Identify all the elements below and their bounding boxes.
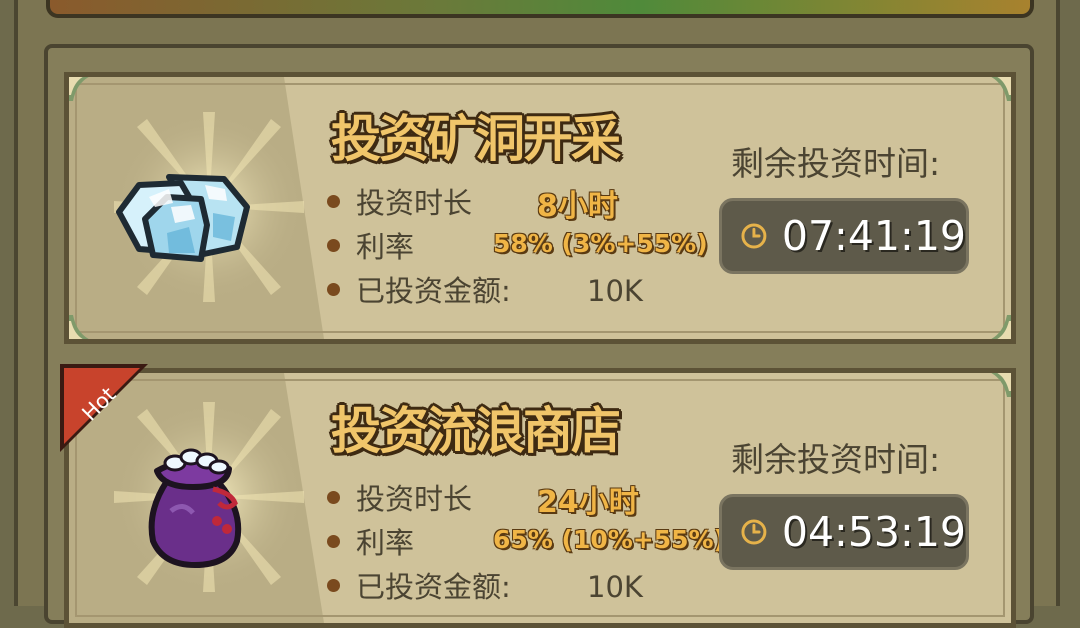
duration-value: 8小时 <box>537 189 618 224</box>
investment-card-mine[interactable]: 投资矿洞开采 投资时长 8小时 利率 58% (3%+55%) 已投资金额: 1… <box>64 72 1016 344</box>
timer-box: 04:53:19 <box>719 494 969 570</box>
rate-row: 利率 <box>327 225 414 265</box>
countdown-timer: 04:53:19 <box>781 508 966 556</box>
duration-label: 投资时长 <box>356 186 473 220</box>
clock-icon <box>741 223 767 249</box>
clock-icon <box>741 519 767 545</box>
amount-value: 10K <box>587 570 643 604</box>
money-bag-icon <box>148 448 242 568</box>
remaining-time-label: 剩余投资时间: <box>731 144 941 183</box>
card-title: 投资流浪商店 <box>331 402 621 460</box>
bullet-dot <box>327 490 340 504</box>
amount-value: 10K <box>587 274 643 308</box>
amount-row: 已投资金额: <box>327 269 511 309</box>
investment-card-shop[interactable]: 投资流浪商店 投资时长 24小时 利率 65% (10%+55%) 已投资金额:… <box>64 368 1016 628</box>
corner-ornament <box>69 315 93 339</box>
amount-label: 已投资金额: <box>356 274 511 308</box>
bullet-dot <box>327 194 340 208</box>
rate-label: 利率 <box>356 230 415 264</box>
remaining-time-label: 剩余投资时间: <box>731 440 941 479</box>
rate-label: 利率 <box>356 526 415 560</box>
top-banner-image <box>46 0 1034 18</box>
duration-row: 投资时长 <box>327 181 472 221</box>
bullet-dot <box>327 534 340 548</box>
rate-row: 利率 <box>327 521 414 561</box>
corner-ornament <box>987 77 1011 101</box>
card-title: 投资矿洞开采 <box>331 110 621 168</box>
duration-value: 24小时 <box>537 485 639 520</box>
bullet-dot <box>327 578 340 592</box>
bullet-dot <box>327 238 340 252</box>
corner-ornament <box>987 373 1011 397</box>
amount-row: 已投资金额: <box>327 565 511 605</box>
duration-row: 投资时长 <box>327 477 472 517</box>
bullet-dot <box>327 282 340 296</box>
rate-value: 58% (3%+55%) <box>493 229 708 258</box>
amount-label: 已投资金额: <box>356 570 511 604</box>
timer-box: 07:41:19 <box>719 198 969 274</box>
corner-ornament <box>987 315 1011 339</box>
duration-label: 投资时长 <box>356 482 473 516</box>
corner-ornament <box>69 77 89 101</box>
diamond-ore-icon <box>116 174 250 262</box>
countdown-timer: 07:41:19 <box>781 212 966 260</box>
rate-value: 65% (10%+55%) <box>493 525 726 554</box>
